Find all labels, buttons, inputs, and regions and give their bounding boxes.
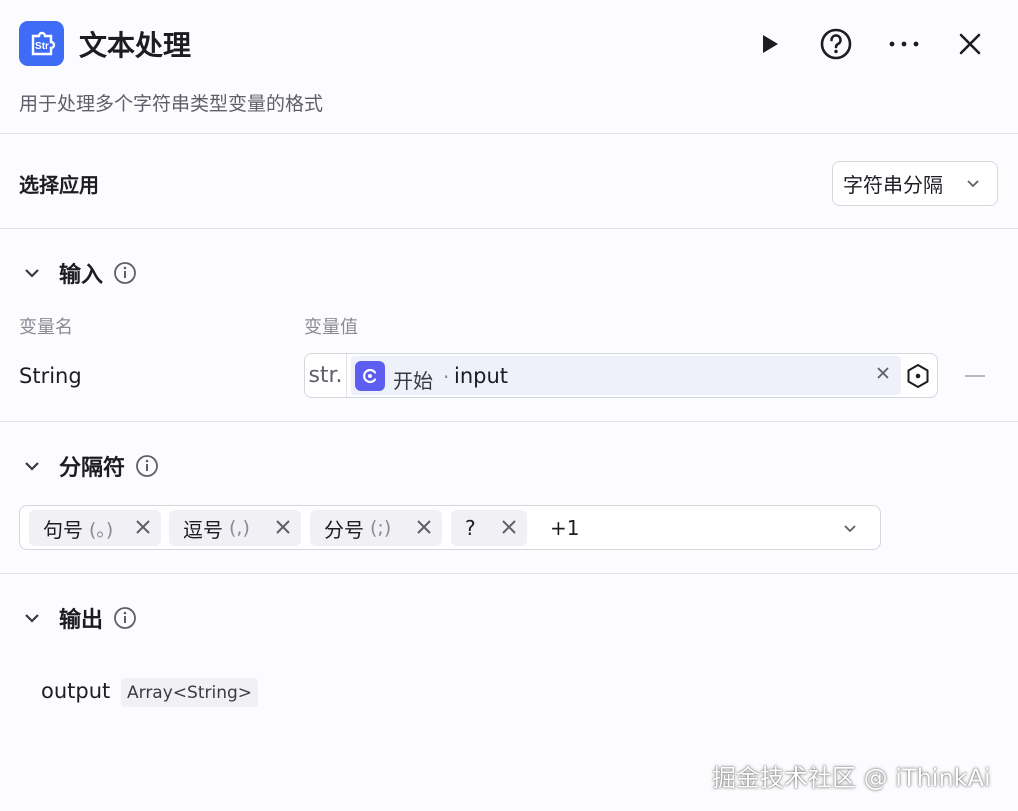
separator-section-header[interactable]: 分隔符 [19,448,159,484]
info-icon[interactable] [113,261,137,285]
ref-variable-name: input [454,364,509,388]
col-var-name: 变量名 [19,317,73,338]
tag-symbol: (,) [229,517,250,539]
play-icon [763,35,778,53]
remove-tag-icon[interactable] [501,519,517,535]
help-button[interactable] [816,24,856,64]
separator-section-title: 分隔符 [59,456,126,481]
more-icon [889,41,919,47]
collapse-chevron-icon[interactable] [19,453,45,479]
separator-tag: 句号 (。) [29,510,161,546]
svg-text:Str: Str [35,41,49,52]
clear-icon[interactable] [876,366,890,380]
info-icon[interactable] [135,454,159,478]
separator-tag: 逗号 (,) [169,510,301,546]
collapse-chevron-icon[interactable] [19,605,45,631]
remove-tag-icon[interactable] [416,519,432,535]
tag-label: 逗号 [183,517,223,542]
variable-value-field[interactable]: str. 开始 · input [304,353,938,398]
remove-tag-icon[interactable] [275,519,291,535]
close-icon [959,33,981,55]
text-processing-panel: Str 文本处理 用于处理多个字符串类型变量的格式 选择应用 字符串分隔 输入 … [0,0,1018,811]
input-section-title: 输入 [59,263,104,288]
tag-label: 分号 [324,517,364,542]
divider [0,421,1018,422]
divider [0,573,1018,574]
chevron-down-icon[interactable] [842,520,858,536]
output-type-badge: Array<String> [121,678,259,707]
divider [0,228,1018,229]
separator-tag: 分号 (;) [310,510,442,546]
output-variable-name: output [41,679,111,703]
more-tags-count: +1 [550,516,580,540]
watermark: 掘金技术社区 @ iThinkAi [712,764,991,792]
ref-node-name: 开始 [393,369,433,393]
select-app-label: 选择应用 [19,173,99,197]
panel-header: Str 文本处理 用于处理多个字符串类型变量的格式 [0,0,1018,134]
separator-multiselect[interactable]: 句号 (。) 逗号 (,) 分号 (;) ? +1 [19,505,881,550]
tag-symbol: (。) [89,518,114,541]
start-node-icon [355,361,385,391]
panel-title: 文本处理 [79,29,192,62]
more-button[interactable] [884,24,924,64]
variable-picker-icon[interactable] [905,363,931,389]
output-section-header[interactable]: 输出 [19,600,137,636]
type-tag: str. [305,354,347,397]
close-button[interactable] [950,24,990,64]
tag-symbol: (;) [370,517,392,539]
select-app-dropdown[interactable]: 字符串分隔 [832,161,998,206]
tag-label: ? [465,516,476,540]
remove-row-button[interactable] [965,375,985,377]
puzzle-str-icon: Str [19,21,64,66]
panel-description: 用于处理多个字符串类型变量的格式 [19,93,324,115]
help-icon [820,28,852,60]
input-section-header[interactable]: 输入 [19,255,137,291]
tag-label: 句号 [43,517,83,542]
variable-reference-chip[interactable]: 开始 · input [351,356,901,395]
col-var-value: 变量值 [304,317,358,338]
collapse-chevron-icon[interactable] [19,260,45,286]
info-icon[interactable] [113,606,137,630]
variable-name: String [19,364,82,388]
separator-tag: ? [451,510,527,546]
ref-separator: · [443,365,450,389]
select-app-value: 字符串分隔 [843,173,943,197]
remove-tag-icon[interactable] [135,519,151,535]
run-button[interactable] [749,24,789,64]
chevron-down-icon [967,180,979,188]
output-section-title: 输出 [59,608,104,633]
